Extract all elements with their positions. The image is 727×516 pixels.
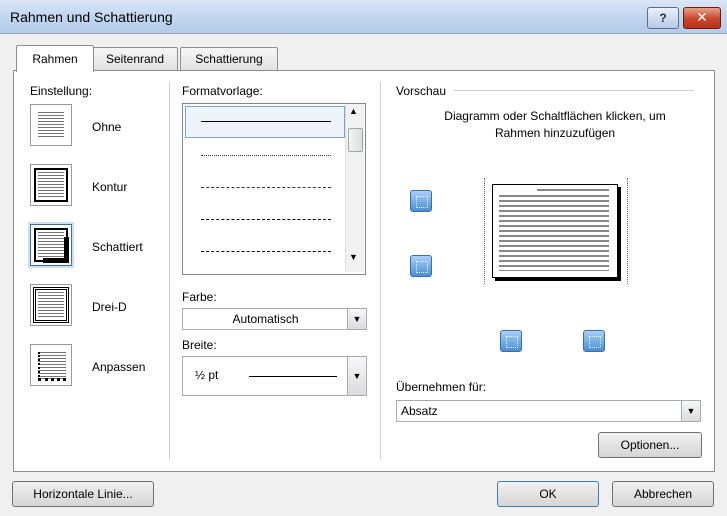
formatvorlage-scrollbar[interactable]: ▲ ▼ bbox=[345, 104, 364, 272]
breite-dropdown[interactable]: ½ pt ▼ bbox=[182, 356, 367, 396]
close-button[interactable]: ✕ bbox=[683, 7, 721, 29]
chevron-down-icon[interactable]: ▼ bbox=[681, 401, 700, 421]
vorschau-rule bbox=[454, 90, 694, 91]
setting-ohne-icon[interactable] bbox=[30, 104, 72, 146]
breite-line-sample bbox=[249, 376, 337, 377]
line-style-dashed-small[interactable] bbox=[201, 187, 331, 188]
ok-button[interactable]: OK bbox=[497, 481, 599, 507]
setting-drei-d-icon[interactable] bbox=[30, 284, 72, 326]
setting-anpassen-label[interactable]: Anpassen bbox=[92, 360, 145, 374]
line-style-solid[interactable] bbox=[201, 121, 331, 122]
einstellung-label: Einstellung: bbox=[30, 84, 93, 98]
formatvorlage-label: Formatvorlage: bbox=[182, 84, 263, 98]
breite-label: Breite: bbox=[182, 338, 217, 352]
window-title: Rahmen und Schattierung bbox=[10, 9, 173, 25]
chevron-down-icon[interactable]: ▼ bbox=[347, 357, 366, 395]
uebernehmen-dropdown[interactable]: Absatz ▼ bbox=[396, 400, 701, 422]
chevron-down-icon[interactable]: ▼ bbox=[347, 309, 366, 329]
vorschau-label: Vorschau bbox=[396, 84, 447, 98]
help-button[interactable]: ? bbox=[647, 7, 679, 29]
preview-page[interactable] bbox=[492, 184, 618, 278]
uebernehmen-value: Absatz bbox=[401, 404, 438, 418]
horizontale-linie-button[interactable]: Horizontale Linie... bbox=[12, 481, 154, 507]
farbe-dropdown[interactable]: Automatisch ▼ bbox=[182, 308, 367, 330]
tab-rahmen[interactable]: Rahmen bbox=[16, 45, 94, 72]
optionen-button[interactable]: Optionen... bbox=[598, 432, 702, 458]
border-right-icon[interactable] bbox=[583, 330, 605, 352]
formatvorlage-list[interactable] bbox=[182, 103, 366, 275]
list-item-selected[interactable] bbox=[185, 106, 345, 138]
uebernehmen-label: Übernehmen für: bbox=[396, 380, 487, 394]
setting-drei-d-label[interactable]: Drei-D bbox=[92, 300, 127, 314]
vorschau-hint: Diagramm oder Schaltflächen klicken, um … bbox=[444, 109, 666, 140]
line-style-dotted[interactable] bbox=[201, 155, 331, 156]
line-style-dash-dot[interactable] bbox=[201, 251, 331, 252]
abbrechen-button[interactable]: Abbrechen bbox=[612, 481, 714, 507]
farbe-value: Automatisch bbox=[232, 312, 299, 326]
border-bottom-icon[interactable] bbox=[410, 255, 432, 277]
separator bbox=[169, 82, 170, 460]
setting-ohne-label[interactable]: Ohne bbox=[92, 120, 121, 134]
scroll-up-icon[interactable]: ▲ bbox=[349, 106, 358, 116]
preview-text-lines bbox=[499, 195, 609, 271]
line-style-dashed[interactable] bbox=[201, 219, 331, 220]
farbe-label: Farbe: bbox=[182, 290, 217, 304]
border-top-icon[interactable] bbox=[410, 190, 432, 212]
tab-schattierung[interactable]: Schattierung bbox=[180, 47, 278, 70]
breite-value: ½ pt bbox=[195, 368, 219, 382]
preview-line bbox=[537, 189, 609, 191]
scroll-down-icon[interactable]: ▼ bbox=[349, 252, 358, 262]
border-left-icon[interactable] bbox=[500, 330, 522, 352]
setting-kontur-label[interactable]: Kontur bbox=[92, 180, 127, 194]
setting-schattiert-label[interactable]: Schattiert bbox=[92, 240, 143, 254]
separator bbox=[380, 82, 381, 460]
tab-seitenrand[interactable]: Seitenrand bbox=[92, 47, 178, 70]
setting-kontur-icon[interactable] bbox=[30, 164, 72, 206]
setting-anpassen-icon[interactable] bbox=[30, 344, 72, 386]
setting-schattiert-icon[interactable] bbox=[30, 224, 72, 266]
scroll-thumb[interactable] bbox=[348, 128, 363, 152]
